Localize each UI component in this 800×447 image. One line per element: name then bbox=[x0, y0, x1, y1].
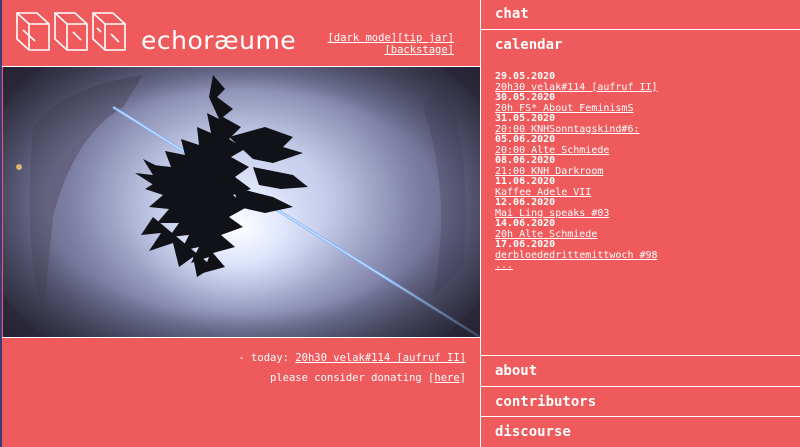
today-prefix: - today: bbox=[238, 352, 289, 364]
calendar-date: 14.06.2020 bbox=[495, 218, 556, 229]
site-title: echoræume bbox=[141, 26, 297, 55]
contributors-divider bbox=[480, 386, 800, 387]
donate-close: ] bbox=[459, 372, 466, 384]
donate-line: please consider donating [here] bbox=[270, 372, 466, 384]
today-line: - today: 20h30 velak#114 [aufruf II] bbox=[238, 352, 466, 364]
calendar-date: 17.06.2020 bbox=[495, 239, 556, 250]
today-event-link[interactable]: 20h30 velak#114 [aufruf II] bbox=[295, 352, 466, 364]
discourse-divider bbox=[480, 416, 800, 417]
contributors-heading[interactable]: contributors bbox=[495, 394, 596, 410]
chat-heading[interactable]: chat bbox=[495, 6, 529, 22]
calendar-list: 29.05.2020 20h30 velak#114 [aufruf II] 30.… bbox=[495, 71, 795, 272]
calendar-event-link[interactable]: derbloededrittemittwoch #98 bbox=[495, 250, 795, 262]
panel-divider bbox=[480, 0, 481, 447]
about-divider bbox=[480, 355, 800, 356]
calendar-date: 30.05.2020 bbox=[495, 92, 556, 103]
backstage-link[interactable]: [backstage] bbox=[384, 44, 454, 56]
about-heading[interactable]: about bbox=[495, 363, 537, 379]
calendar-date: 05.06.2020 bbox=[495, 134, 556, 145]
calendar-date: 12.06.2020 bbox=[495, 197, 556, 208]
stream-bottom-divider bbox=[2, 337, 480, 338]
header-links: [dark mode][tip jar] [backstage] bbox=[328, 32, 454, 56]
discourse-heading[interactable]: discourse bbox=[495, 424, 571, 440]
left-edge bbox=[0, 0, 2, 447]
tip-jar-link[interactable]: [tip jar] bbox=[397, 32, 454, 44]
calendar-date: 31.05.2020 bbox=[495, 113, 556, 124]
calendar-more-link[interactable]: ... bbox=[495, 260, 513, 271]
donate-link[interactable]: here bbox=[434, 372, 459, 384]
calendar-date: 08.06.2020 bbox=[495, 155, 556, 166]
calendar-date: 11.06.2020 bbox=[495, 176, 556, 187]
header: echoræume [dark mode][tip jar] [backstag… bbox=[2, 0, 480, 66]
chat-divider bbox=[480, 29, 800, 30]
stream-view[interactable] bbox=[3, 67, 480, 337]
calendar-date: 29.05.2020 bbox=[495, 71, 556, 82]
calendar-heading[interactable]: calendar bbox=[495, 37, 562, 53]
dark-mode-link[interactable]: [dark mode] bbox=[328, 32, 398, 44]
donate-text: please consider donating [ bbox=[270, 372, 435, 384]
logo-icon[interactable] bbox=[15, 10, 131, 54]
stream-image bbox=[3, 67, 480, 337]
